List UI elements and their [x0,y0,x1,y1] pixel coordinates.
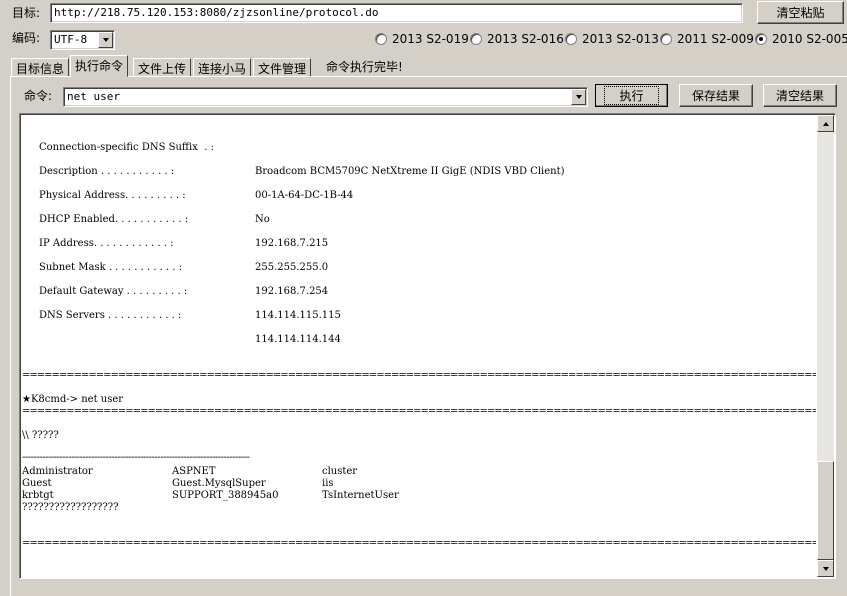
save-results-button[interactable]: 保存结果 [679,84,753,107]
radio-icon[interactable] [660,33,672,45]
version-label: 2013 S2-013 [582,32,659,46]
tab-target-info[interactable]: 目标信息 [11,58,70,76]
chevron-up-icon [822,121,829,126]
encoding-value: UTF-8 [54,33,88,46]
scroll-down-button[interactable] [817,560,834,577]
dash-line: ----------------------------------------… [22,452,250,463]
chevron-down-icon [822,566,829,571]
separator-line: ========================================… [22,538,816,549]
execute-button-label: 执行 [604,86,659,105]
scroll-up-button[interactable] [817,115,834,132]
command-input[interactable]: net user [67,90,120,103]
version-label: 2013 S2-019 [392,32,469,46]
command-combobox[interactable]: net user [63,87,588,107]
dns-secondary-value: 114.114.114.144 [255,334,341,345]
trailer-line: ?????????????????? [22,502,119,513]
status-text: 命令执行完毕! [326,60,403,74]
tab-execute-command[interactable]: 执行命令 [70,55,129,77]
version-option-2010-s2-005[interactable]: 2010 S2-005 [755,32,847,46]
ipconfig-value: 255.255.255.0 [255,262,329,273]
separator-line: ========================================… [22,406,816,417]
ipconfig-value: Broadcom BCM5709C NetXtreme II GigE (NDI… [255,166,565,177]
ipconfig-key: Subnet Mask . . . . . . . . . . . : [39,262,183,273]
chevron-down-icon[interactable] [98,32,113,48]
output-content: Connection-specific DNS Suffix . : Descr… [22,116,816,576]
user-cell: iis [322,478,334,489]
tab-connect-shell[interactable]: 连接小马 [193,58,252,76]
ipconfig-value: 114.114.115.115 [255,310,341,321]
radio-selected-icon[interactable] [755,33,767,45]
version-label: 2013 S2-016 [487,32,564,46]
target-label: 目标: [12,6,41,20]
clear-paste-button[interactable]: 清空粘贴 [757,1,844,24]
dns-suffix-line: Connection-specific DNS Suffix . : [39,142,214,153]
clear-results-button[interactable]: 清空结果 [763,84,837,107]
version-label: 2010 S2-005 [772,32,847,46]
radio-icon[interactable] [470,33,482,45]
user-cell: Administrator [22,466,93,477]
ipconfig-value: 00-1A-64-DC-1B-44 [255,190,354,201]
user-cell: Guest [22,478,52,489]
ipconfig-key: Description . . . . . . . . . . . : [39,166,175,177]
command-prompt-line: ★K8cmd-> net user [22,394,124,405]
vertical-scrollbar[interactable] [817,115,834,577]
ipconfig-key: DNS Servers . . . . . . . . . . . : [39,310,182,321]
encoding-select[interactable]: UTF-8 [50,30,115,50]
encoding-label: 编码: [12,31,41,45]
ipconfig-key: IP Address. . . . . . . . . . . . : [39,238,174,249]
user-cell: SUPPORT_388945a0 [172,490,279,501]
ipconfig-key: DHCP Enabled. . . . . . . . . . . : [39,214,189,225]
separator-line: ========================================… [22,370,816,381]
user-cell: ASPNET [172,466,216,477]
version-option-2011-s2-009[interactable]: 2011 S2-009 [660,32,754,46]
target-url-input[interactable]: http://218.75.120.153:8080/zjzsonline/pr… [50,3,743,23]
ipconfig-value: 192.168.7.215 [255,238,329,249]
tab-file-upload[interactable]: 文件上传 [133,58,192,76]
version-option-2013-s2-016[interactable]: 2013 S2-016 [470,32,564,46]
tab-file-manager[interactable]: 文件管理 [253,58,312,76]
ipconfig-key: Default Gateway . . . . . . . . . : [39,286,188,297]
ipconfig-value: 192.168.7.254 [255,286,329,297]
user-cell: Guest.MysqlSuper [172,478,266,489]
radio-icon[interactable] [565,33,577,45]
user-cell: TsInternetUser [322,490,399,501]
version-option-2013-s2-013[interactable]: 2013 S2-013 [565,32,659,46]
ipconfig-key: Physical Address. . . . . . . . . : [39,190,186,201]
save-results-button-label: 保存结果 [691,89,740,103]
clear-paste-button-label: 清空粘贴 [776,6,825,20]
scrollbar-thumb[interactable] [817,461,834,560]
execute-button[interactable]: 执行 [595,84,668,107]
chevron-down-icon[interactable] [571,89,586,105]
version-label: 2011 S2-009 [677,32,754,46]
command-label: 命令: [24,89,53,103]
user-cell: cluster [322,466,358,477]
version-option-2013-s2-019[interactable]: 2013 S2-019 [375,32,469,46]
clear-results-button-label: 清空结果 [775,89,824,103]
radio-icon[interactable] [375,33,387,45]
user-accounts-header: \\ ????? [22,430,59,441]
output-textarea[interactable]: Connection-specific DNS Suffix . : Descr… [19,113,836,579]
ipconfig-value: No [255,214,270,225]
user-cell: krbtgt [22,490,54,501]
